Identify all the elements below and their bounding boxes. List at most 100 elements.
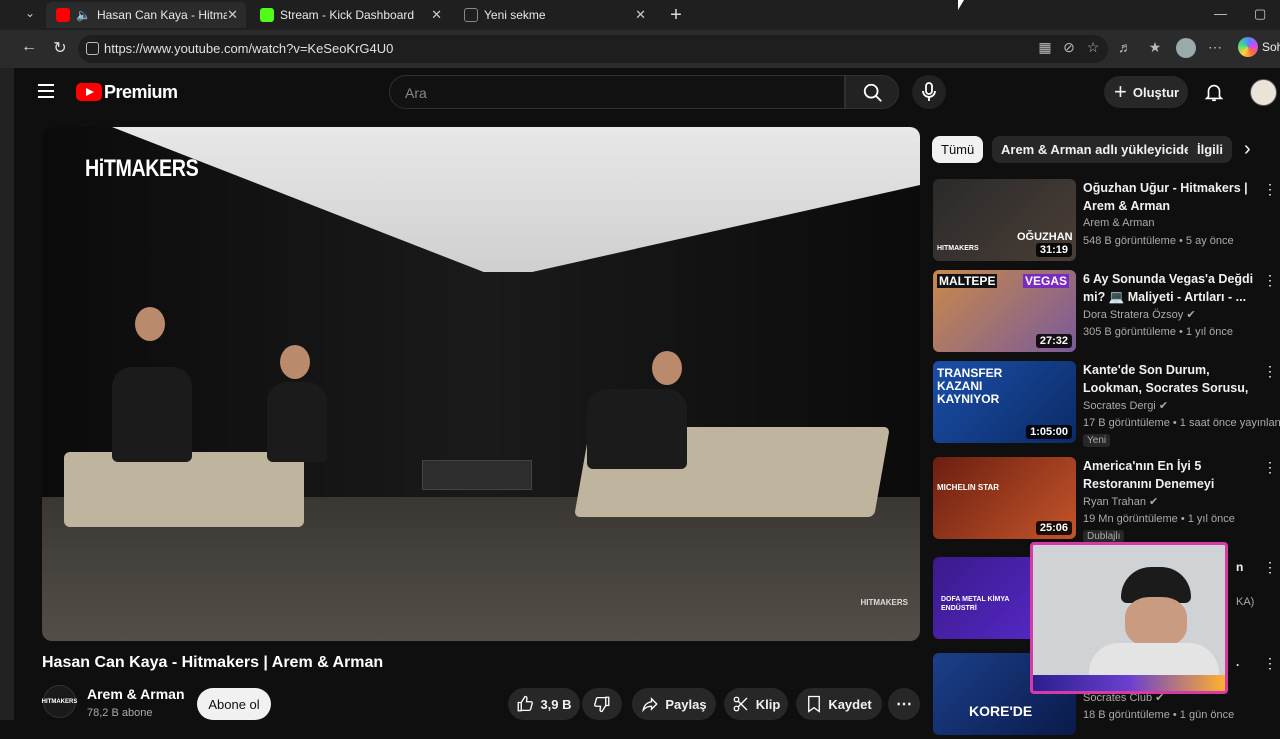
back-icon[interactable]: ← — [18, 38, 40, 56]
more-vert-icon[interactable]: ⋮ — [1263, 655, 1277, 672]
close-tab-icon[interactable]: ✕ — [227, 7, 238, 23]
tab-youtube[interactable]: 🔈 Hasan Can Kaya - Hitmakers ✕ — [46, 2, 246, 28]
left-edge — [0, 68, 14, 720]
video-thumbnail[interactable]: TRANSFER KAZANI KAYNIYOR 1:05:00 — [933, 361, 1076, 443]
copilot-label[interactable]: Soh — [1262, 40, 1280, 54]
share-button[interactable]: Paylaş — [632, 688, 716, 720]
user-avatar[interactable] — [1250, 79, 1277, 106]
browser-tab-bar: ⌄ 🔈 Hasan Can Kaya - Hitmakers ✕ Stream … — [0, 0, 1280, 30]
speaker-icon[interactable]: 🔈 — [76, 8, 91, 22]
apps-icon[interactable]: ▦ — [1036, 39, 1054, 56]
tab-new-tab[interactable]: Yeni sekme ✕ — [454, 2, 654, 28]
recommendation-title-fragment: . — [1236, 655, 1240, 669]
video-player[interactable]: HiTMAKERS HITMAKERS — [42, 127, 920, 641]
new-tab-icon[interactable]: + — [666, 4, 686, 27]
chip-from-uploader[interactable]: Arem & Arman adlı yükleyiciden — [992, 136, 1209, 163]
thumbnail-subtext: VEGAS — [1023, 274, 1070, 288]
video-thumbnail[interactable]: MALTEPE VEGAS 27:32 — [933, 270, 1076, 352]
search-box[interactable] — [389, 75, 845, 109]
new-badge: Yeni — [1083, 434, 1111, 447]
video-thumbnail[interactable]: MICHELIN STAR 25:06 — [933, 457, 1076, 539]
reload-icon[interactable]: ↻ — [49, 38, 71, 58]
notifications-bell-icon[interactable] — [1203, 81, 1225, 103]
site-info-icon[interactable] — [86, 42, 99, 55]
create-label: Oluştur — [1132, 84, 1180, 100]
recommendation-channel[interactable]: Ryan Trahan ✔ — [1083, 495, 1158, 508]
chevron-right-icon[interactable]: › — [1244, 138, 1251, 161]
favorite-star-icon[interactable]: ☆ — [1084, 39, 1102, 56]
maximize-icon[interactable]: ▢ — [1254, 6, 1266, 22]
recommendation-title[interactable]: America'nın En İyi 5 Restoranını Denemey… — [1083, 457, 1255, 493]
share-label: Paylaş — [665, 696, 707, 712]
voice-search-button[interactable] — [912, 75, 946, 109]
subscriber-count: 78,2 B abone — [87, 707, 153, 719]
read-aloud-icon[interactable]: ♬ — [1116, 39, 1134, 55]
recommendation-meta: 19 Mn görüntüleme • 1 yıl önce — [1083, 513, 1235, 525]
recommendation-channel[interactable]: Arem & Arman — [1083, 217, 1155, 229]
thumbnail-subtext: HITMAKERS — [937, 245, 979, 252]
favorites-icon[interactable]: ★ — [1146, 39, 1164, 56]
more-actions-button[interactable]: ⋯ — [888, 688, 920, 720]
webcam-person-face — [1125, 597, 1187, 647]
more-vert-icon[interactable]: ⋮ — [1263, 559, 1277, 576]
chip-all[interactable]: Tümü — [932, 136, 984, 163]
tab-kick-dashboard[interactable]: Stream - Kick Dashboard ✕ — [250, 2, 450, 28]
recommendation-item[interactable]: TRANSFER KAZANI KAYNIYOR 1:05:00 Kante'd… — [933, 361, 1280, 447]
tab-list-dropdown-icon[interactable]: ⌄ — [20, 6, 40, 24]
recommendation-meta: 548 B görüntüleme • 5 ay önce — [1083, 235, 1234, 247]
recommendation-channel-fragment: KA) — [1236, 596, 1255, 608]
save-button[interactable]: Kaydet — [796, 688, 882, 720]
duration-badge: 31:19 — [1035, 243, 1072, 257]
youtube-logo-icon[interactable] — [76, 83, 102, 101]
recommendation-channel[interactable]: Dora Stratera Özsoy ✔ — [1083, 308, 1196, 321]
tracking-prevention-icon[interactable]: ⊘ — [1060, 39, 1078, 56]
streamer-webcam-overlay — [1030, 542, 1228, 694]
video-thumbnail[interactable]: OĞUZHAN HITMAKERS 31:19 — [933, 179, 1076, 261]
more-vert-icon[interactable]: ⋮ — [1263, 181, 1277, 198]
clip-button[interactable]: Klip — [724, 688, 788, 720]
channel-avatar[interactable]: HITMAKERS — [42, 685, 77, 718]
like-button[interactable]: 3,9 B — [508, 688, 580, 720]
video-person-head — [280, 345, 310, 379]
chip-related[interactable]: İlgili — [1188, 136, 1232, 163]
thumbnail-text: KORE'DE — [969, 703, 1033, 719]
video-title: Hasan Can Kaya - Hitmakers | Arem & Arma… — [42, 654, 384, 671]
subscribe-button[interactable]: Abone ol — [197, 688, 271, 720]
more-vert-icon[interactable]: ⋮ — [1263, 272, 1277, 289]
channel-name[interactable]: Arem & Arman — [87, 686, 185, 702]
share-icon — [642, 697, 659, 713]
more-options-icon[interactable]: ⋯ — [1206, 39, 1224, 56]
copilot-icon[interactable] — [1238, 37, 1258, 57]
menu-icon[interactable] — [38, 84, 54, 98]
close-tab-icon[interactable]: ✕ — [431, 7, 442, 23]
thumbs-down-icon — [594, 696, 610, 713]
recommendation-meta: 305 B görüntüleme • 1 yıl önce — [1083, 326, 1233, 338]
profile-avatar[interactable] — [1176, 38, 1196, 58]
recommendation-item[interactable]: MALTEPE VEGAS 27:32 6 Ay Sonunda Vegas'a… — [933, 270, 1278, 356]
close-tab-icon[interactable]: ✕ — [635, 7, 646, 23]
recommendation-title[interactable]: Kante'de Son Durum, Lookman, Socrates So… — [1083, 361, 1255, 397]
minimize-icon[interactable]: — — [1214, 6, 1227, 21]
verified-icon: ✔ — [1186, 309, 1196, 321]
dislike-button[interactable] — [582, 688, 622, 720]
like-count: 3,9 B — [540, 696, 572, 712]
recommendation-item[interactable]: MICHELIN STAR 25:06 America'nın En İyi 5… — [933, 457, 1278, 543]
youtube-favicon-icon — [56, 8, 70, 22]
video-watermark: HITMAKERS — [860, 598, 908, 607]
more-vert-icon[interactable]: ⋮ — [1263, 459, 1277, 476]
recommendation-title[interactable]: 6 Ay Sonunda Vegas'a Değdi mi? 💻 Maliyet… — [1083, 270, 1255, 306]
url-field[interactable]: https://www.youtube.com/watch?v=KeSeoKrG… — [78, 35, 1108, 63]
thumbnail-text: MALTEPE — [937, 274, 998, 288]
recommendation-title[interactable]: Oğuzhan Uğur - Hitmakers | Arem & Arman — [1083, 179, 1255, 215]
video-scene-couch — [64, 452, 304, 527]
search-button[interactable] — [845, 75, 899, 109]
recommendation-item[interactable]: OĞUZHAN HITMAKERS 31:19 Oğuzhan Uğur - H… — [933, 179, 1278, 265]
youtube-premium-logo[interactable]: Premium — [104, 82, 178, 103]
create-button[interactable]: + Oluştur — [1104, 76, 1188, 108]
more-vert-icon[interactable]: ⋮ — [1263, 363, 1277, 380]
video-person — [112, 367, 192, 462]
search-input[interactable] — [403, 84, 803, 102]
recommendation-channel[interactable]: Socrates Dergi ✔ — [1083, 399, 1168, 412]
browser-address-bar: ← ↻ https://www.youtube.com/watch?v=KeSe… — [0, 30, 1280, 68]
video-person-head — [135, 307, 165, 341]
